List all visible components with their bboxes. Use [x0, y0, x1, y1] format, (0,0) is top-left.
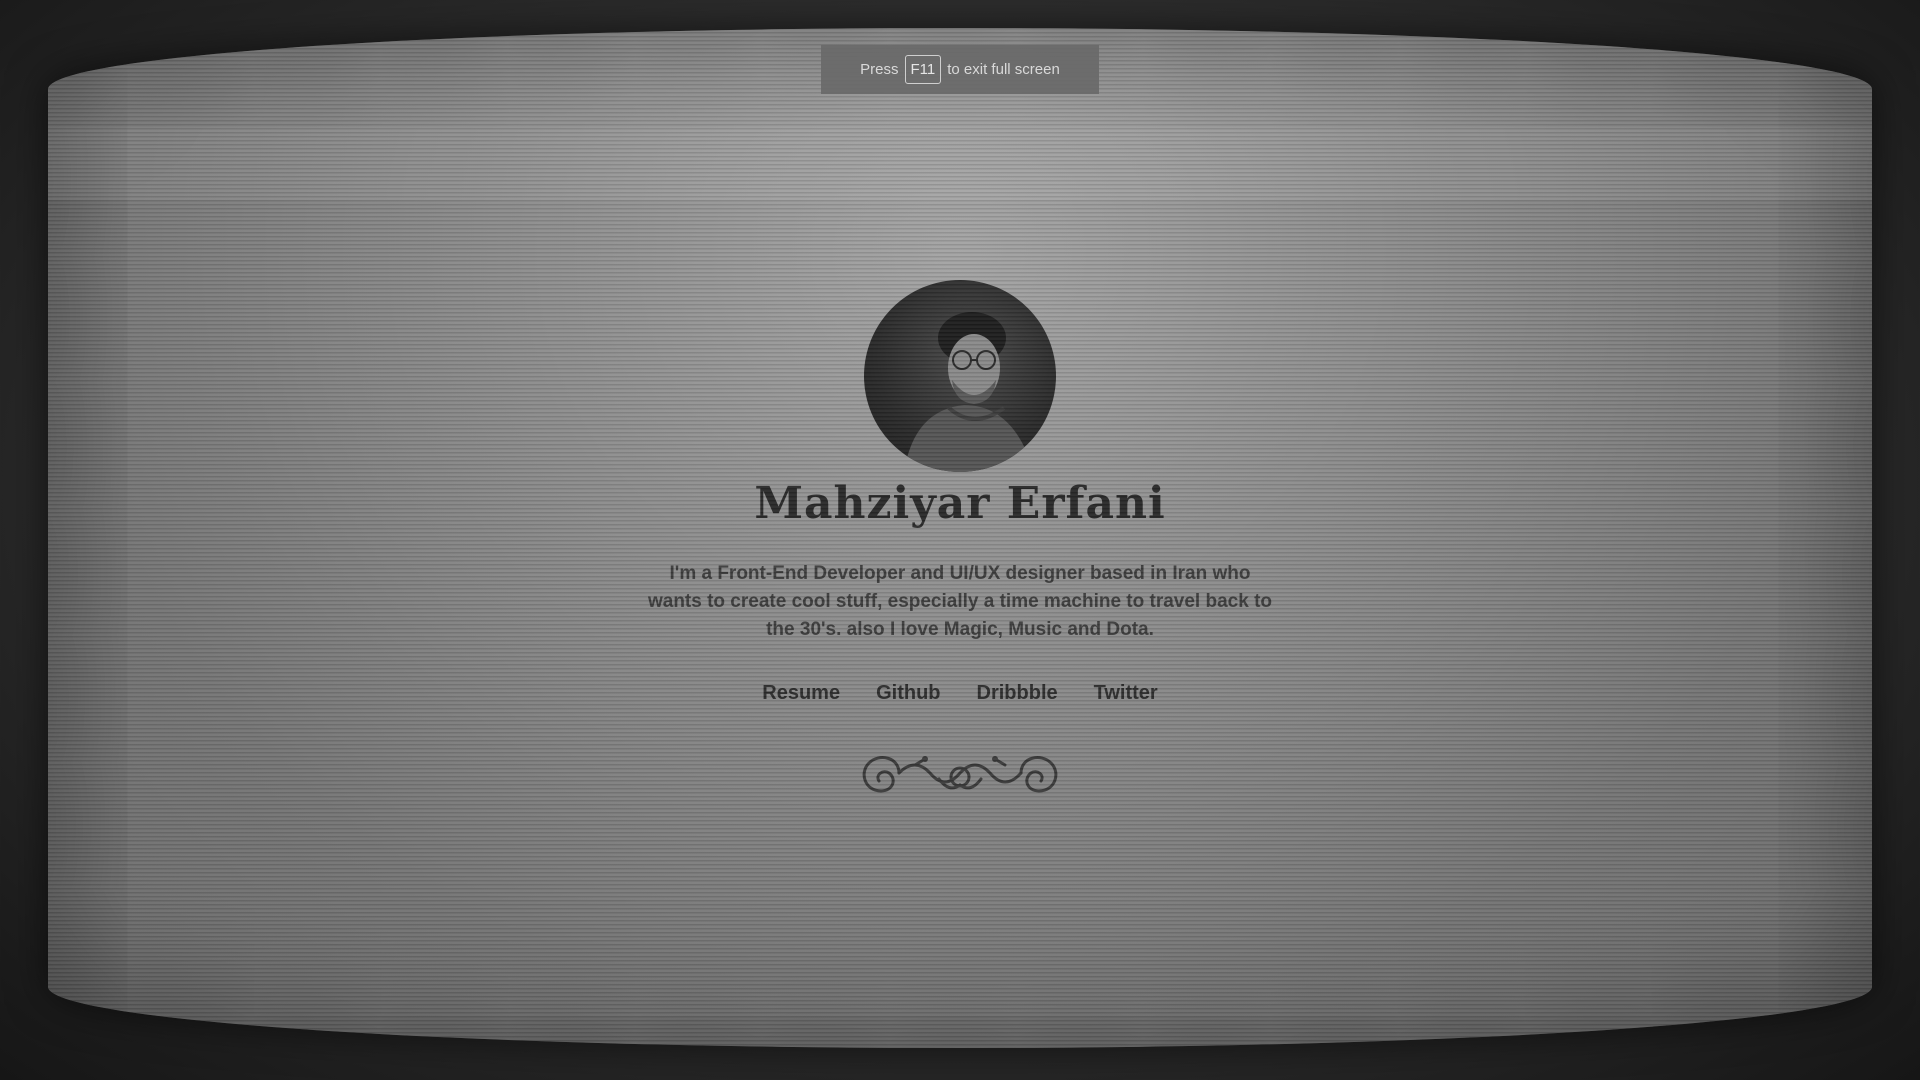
fullscreen-notice: Press F11 to exit full screen	[821, 45, 1099, 94]
main-content: Mahziyar Erfani I'm a Front-End Develope…	[0, 0, 1920, 1080]
twitter-link[interactable]: Twitter	[1094, 682, 1158, 705]
profile-name: Mahziyar Erfani	[754, 478, 1166, 529]
github-link[interactable]: Github	[876, 682, 940, 705]
fullscreen-notice-prefix: Press	[860, 61, 899, 78]
avatar	[864, 280, 1056, 472]
profile-bio: I'm a Front-End Developer and UI/UX desi…	[647, 563, 1273, 640]
page: Press F11 to exit full screen Mahziyar E…	[0, 0, 1920, 1080]
social-links: Resume Github Dribbble Twitter	[0, 682, 1920, 705]
flourish-ornament-icon	[862, 756, 1058, 793]
resume-link[interactable]: Resume	[762, 682, 840, 705]
fullscreen-notice-suffix: to exit full screen	[947, 61, 1060, 78]
dribbble-link[interactable]: Dribbble	[977, 682, 1058, 705]
profile-photo-icon	[904, 312, 1034, 472]
f11-key: F11	[904, 55, 942, 84]
